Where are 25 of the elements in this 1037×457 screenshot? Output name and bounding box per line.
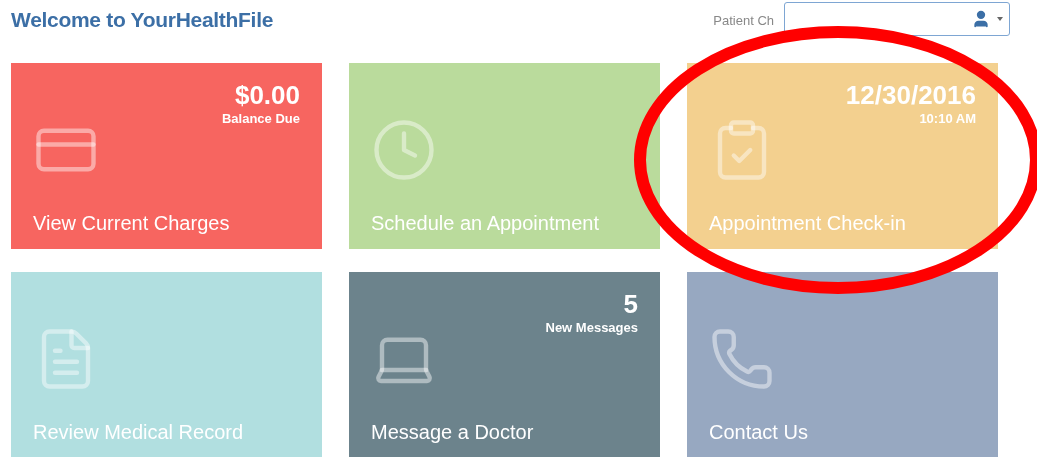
page-title: Welcome to YourHealthFile [11,8,275,32]
patient-label: Patient Ch [713,12,774,28]
tile-label: View Current Charges [33,212,230,235]
phone-icon [709,326,775,392]
tile-label: Contact Us [709,421,808,444]
dashboard-tile[interactable]: 12/30/2016 10:10 AM Appointment Check-in [687,63,998,249]
tile-caption: 10:10 AM [919,111,976,126]
tile-label: Appointment Check-in [709,212,906,235]
tile-label: Review Medical Record [33,421,244,444]
user-icon [971,9,991,29]
tile-value: $0.00 [234,81,300,109]
tile-value: 12/30/2016 [845,81,976,109]
tile-label: Message a Doctor [371,421,534,444]
dashboard-tile[interactable]: 5 New Messages Message a Doctor [349,272,660,457]
clock-icon [371,117,437,183]
dashboard-tile[interactable]: Contact Us [687,272,998,457]
tile-value: 5 [623,290,638,318]
tile-label: Schedule an Appointment [371,212,599,235]
patient-select[interactable] [784,2,1010,36]
dashboard-tile[interactable]: $0.00 Balance Due View Current Charges [11,63,322,249]
dashboard-tile[interactable]: Review Medical Record [11,272,322,457]
tile-caption: Balance Due [221,111,300,126]
caret-icon [997,17,1003,21]
dashboard-tile[interactable]: Schedule an Appointment [349,63,660,249]
tile-caption: New Messages [545,320,638,335]
